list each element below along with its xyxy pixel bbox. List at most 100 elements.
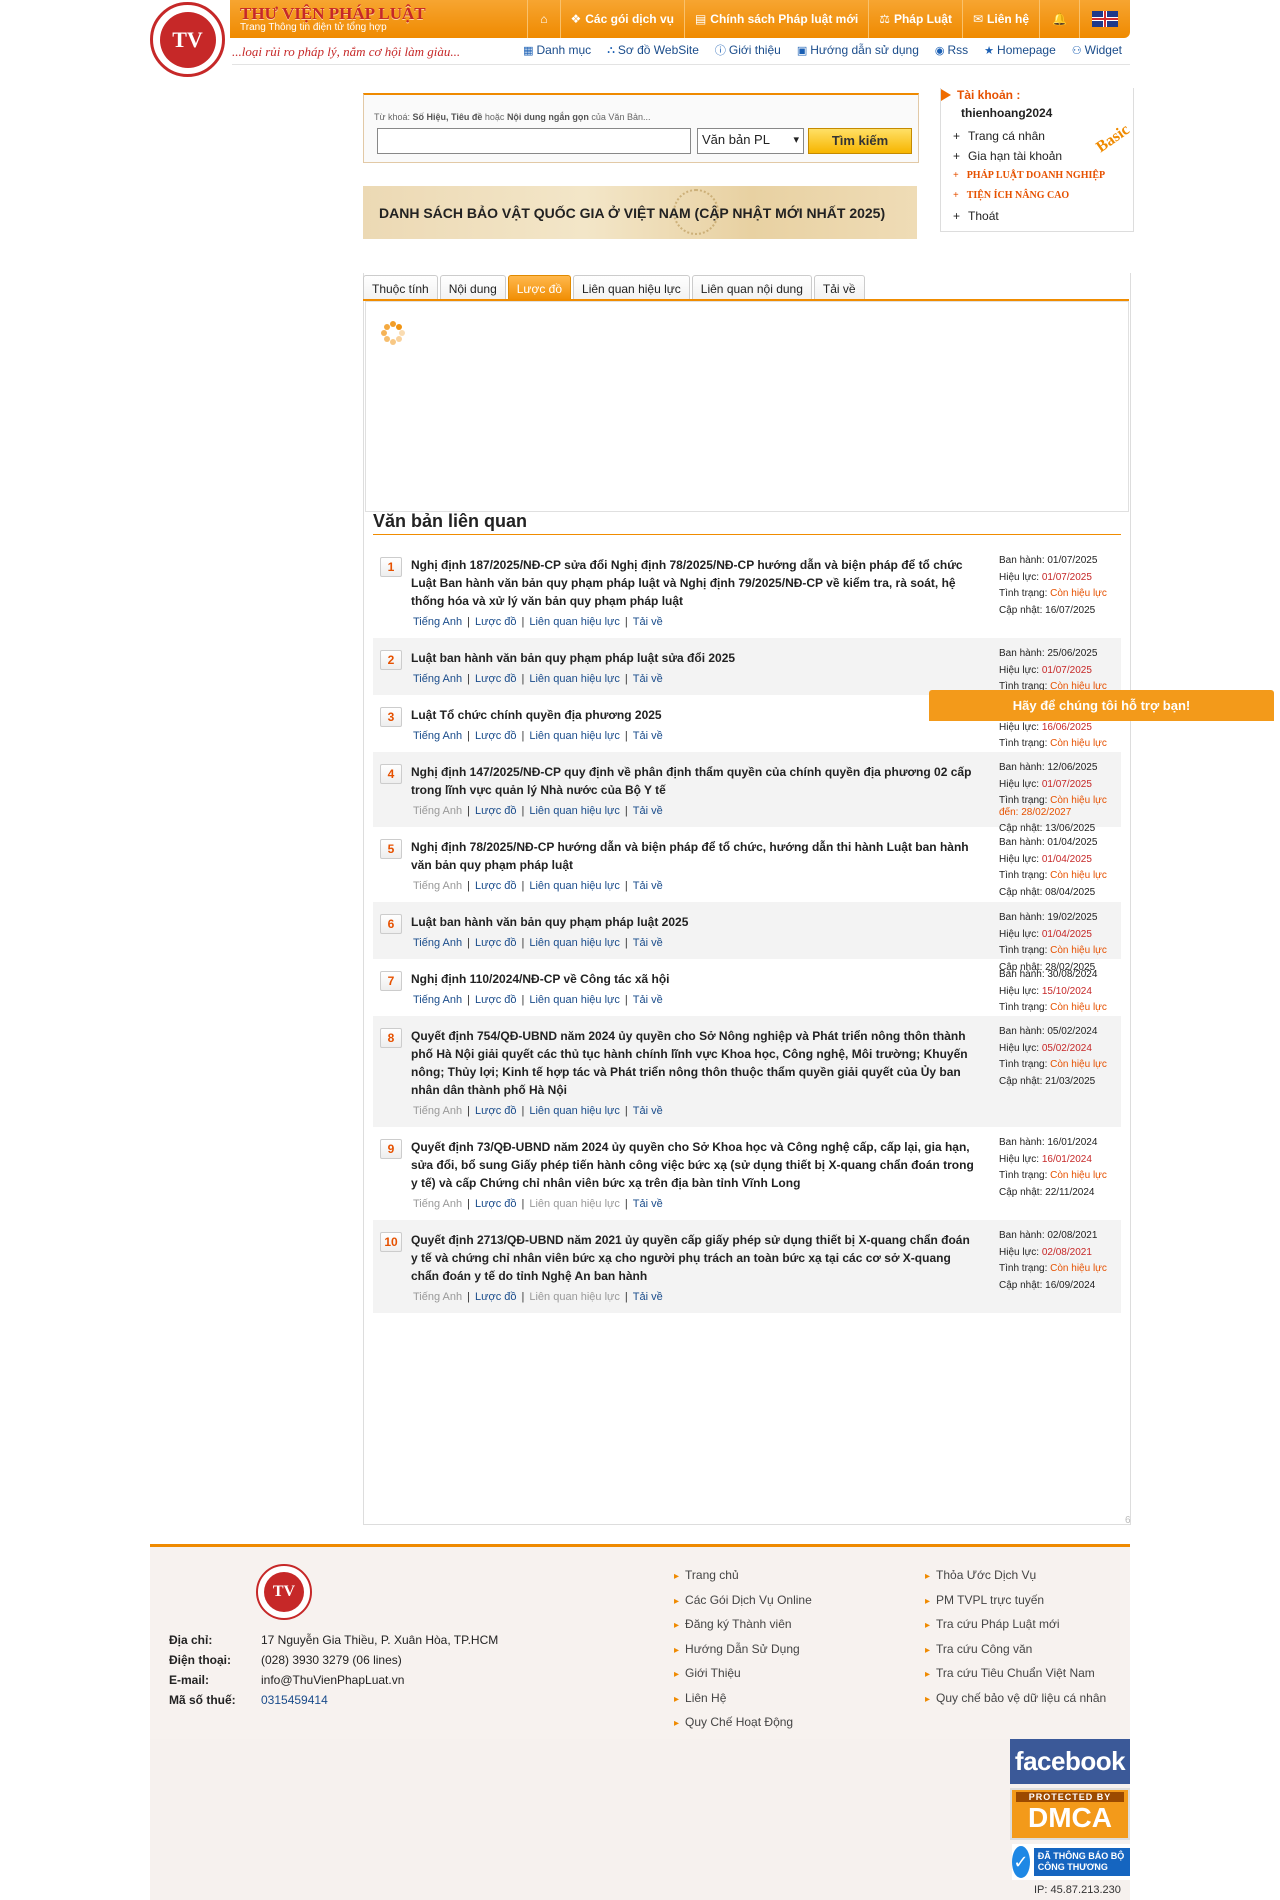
top-nav-item-home[interactable]: ⌂: [527, 0, 559, 38]
doc-link-1[interactable]: Lược đồ: [475, 937, 517, 949]
doc-link-3[interactable]: Tải về: [633, 994, 663, 1006]
effective-date: Hiệu lực: 01/07/2025: [999, 777, 1121, 794]
doc-link-2[interactable]: Liên quan hiệu lực: [529, 994, 620, 1006]
tab-0[interactable]: Thuộc tính: [363, 275, 438, 301]
doc-link-2[interactable]: Liên quan hiệu lực: [529, 730, 620, 742]
tab-1[interactable]: Nội dung: [439, 275, 506, 301]
tab-4[interactable]: Liên quan nội dung: [691, 275, 812, 301]
sub-nav-item-info[interactable]: ⓘ Giới thiệu: [707, 42, 789, 58]
doc-link-0[interactable]: Tiếng Anh: [413, 937, 462, 949]
doc-link-3[interactable]: Tải về: [633, 1291, 663, 1303]
search-button[interactable]: Tìm kiếm: [808, 128, 912, 154]
top-nav-item-bell[interactable]: 🔔: [1039, 0, 1079, 38]
bct-registered-badge[interactable]: ✓ ĐÃ THÔNG BÁO BỘ CÔNG THƯƠNG: [1012, 1844, 1130, 1880]
tab-2[interactable]: Lược đồ: [507, 275, 572, 301]
footer-link[interactable]: Tra cứu Pháp Luật mới: [925, 1613, 1106, 1638]
doc-link-3[interactable]: Tải về: [633, 673, 663, 685]
doc-link-1[interactable]: Lược đồ: [475, 1291, 517, 1303]
doc-link-1[interactable]: Lược đồ: [475, 880, 517, 892]
doc-link-3[interactable]: Tải về: [633, 805, 663, 817]
doc-title-link[interactable]: Nghị định 147/2025/NĐ-CP quy định về phâ…: [411, 760, 977, 799]
doc-link-2[interactable]: Liên quan hiệu lực: [529, 1105, 620, 1117]
language-switch-button[interactable]: [1079, 0, 1130, 38]
doc-title-link[interactable]: Nghị định 187/2025/NĐ-CP sửa đổi Nghị đị…: [411, 553, 977, 610]
search-input[interactable]: [377, 128, 691, 154]
doc-link-3[interactable]: Tải về: [633, 1198, 663, 1210]
doc-title-link[interactable]: Luật ban hành văn bản quy phạm pháp luật…: [411, 646, 977, 667]
issued-date-value: 05/02/2024: [1047, 1026, 1098, 1037]
account-menu-item[interactable]: TIỆN ÍCH NÂNG CAO: [953, 186, 1105, 206]
sub-nav-item-star[interactable]: ★ Homepage: [976, 42, 1064, 58]
footer-link[interactable]: Hướng Dẫn Sử Dụng: [674, 1638, 812, 1663]
sub-nav-item-rss[interactable]: ◉ Rss: [927, 42, 976, 58]
footer-link[interactable]: Đăng ký Thành viên: [674, 1613, 812, 1638]
doc-link-1[interactable]: Lược đồ: [475, 673, 517, 685]
effective-date-value: 01/07/2025: [1041, 664, 1092, 676]
status: Tình trạng: Còn hiệu lực: [999, 1168, 1121, 1185]
sub-nav-item-list[interactable]: ▦ Danh mục: [515, 42, 599, 58]
top-nav-item-book[interactable]: ▤ Chính sách Pháp luật mới: [683, 0, 868, 38]
footer-link[interactable]: Giới Thiệu: [674, 1662, 812, 1687]
link-separator: |: [467, 673, 470, 685]
footer-link[interactable]: Các Gói Dịch Vụ Online: [674, 1589, 812, 1614]
doc-link-0[interactable]: Tiếng Anh: [413, 994, 462, 1006]
footer-link[interactable]: Quy Chế Hoạt Động: [674, 1711, 812, 1736]
doc-title-link[interactable]: Nghị định 78/2025/NĐ-CP hướng dẫn và biệ…: [411, 835, 977, 874]
doc-link-3[interactable]: Tải về: [633, 730, 663, 742]
doc-title-link[interactable]: Luật Tổ chức chính quyền địa phương 2025: [411, 703, 977, 724]
account-menu-item[interactable]: Thoát: [953, 206, 1105, 226]
status-value: Còn hiệu lực: [1050, 870, 1107, 881]
tab-3[interactable]: Liên quan hiệu lực: [573, 275, 690, 301]
doc-link-1[interactable]: Lược đồ: [475, 994, 517, 1006]
footer-link[interactable]: Thỏa Ước Dịch Vụ: [925, 1564, 1106, 1589]
site-header: TV THƯ VIỆN PHÁP LUẬT Trang Thông tin đi…: [150, 0, 1130, 77]
promo-banner[interactable]: DANH SÁCH BẢO VẬT QUỐC GIA Ở VIỆT NAM (C…: [363, 186, 917, 239]
doc-link-1[interactable]: Lược đồ: [475, 730, 517, 742]
footer-link[interactable]: Quy chế bảo vệ dữ liệu cá nhân: [925, 1687, 1106, 1712]
support-chat-button[interactable]: Hãy để chúng tôi hỗ trợ bạn!: [929, 690, 1274, 721]
site-logo[interactable]: TV: [150, 2, 225, 77]
dmca-badge[interactable]: PROTECTED BY DMCA: [1010, 1788, 1130, 1840]
doc-link-0[interactable]: Tiếng Anh: [413, 673, 462, 685]
account-menu-item[interactable]: PHÁP LUẬT DOANH NGHIỆP: [953, 166, 1105, 186]
doc-link-3[interactable]: Tải về: [633, 880, 663, 892]
footer-link[interactable]: Tra cứu Công văn: [925, 1638, 1106, 1663]
top-nav-item-gift[interactable]: ❖ Các gói dịch vụ: [559, 0, 684, 38]
footer-link[interactable]: Liên Hệ: [674, 1687, 812, 1712]
footer-link[interactable]: Tra cứu Tiêu Chuẩn Việt Nam: [925, 1662, 1106, 1687]
doc-link-2[interactable]: Liên quan hiệu lực: [529, 673, 620, 685]
doc-link-3[interactable]: Tải về: [633, 616, 663, 628]
sub-nav-item-guide[interactable]: ▣ Hướng dẫn sử dụng: [789, 42, 927, 58]
doc-link-2[interactable]: Liên quan hiệu lực: [529, 616, 620, 628]
doc-link-1[interactable]: Lược đồ: [475, 1198, 517, 1210]
doc-link-2[interactable]: Liên quan hiệu lực: [529, 805, 620, 817]
doc-link-0[interactable]: Tiếng Anh: [413, 730, 462, 742]
doc-title-link[interactable]: Nghị định 110/2024/NĐ-CP về Công tác xã …: [411, 967, 977, 988]
doc-title-link[interactable]: Quyết định 2713/QĐ-UBND năm 2021 ủy quyề…: [411, 1228, 977, 1285]
sub-nav-item-sitemap[interactable]: ⛬ Sơ đồ WebSite: [599, 42, 707, 58]
doc-title-link[interactable]: Luật ban hành văn bản quy phạm pháp luật…: [411, 910, 977, 931]
top-nav-item-gavel[interactable]: ⚖ Pháp Luật: [868, 0, 962, 38]
doc-title-link[interactable]: Quyết định 73/QĐ-UBND năm 2024 ủy quyền …: [411, 1135, 977, 1192]
doc-link-1[interactable]: Lược đồ: [475, 616, 517, 628]
footer-link[interactable]: PM TVPL trực tuyến: [925, 1589, 1106, 1614]
doc-link-1[interactable]: Lược đồ: [475, 1105, 517, 1117]
doc-link-3[interactable]: Tải về: [633, 1105, 663, 1117]
account-menu-item[interactable]: Gia hạn tài khoản: [953, 146, 1105, 166]
footer-link[interactable]: Trang chủ: [674, 1564, 812, 1589]
doc-link-3[interactable]: Tải về: [633, 937, 663, 949]
doc-link-1[interactable]: Lược đồ: [475, 805, 517, 817]
doc-type-select[interactable]: Văn bản PL ▾: [697, 128, 804, 154]
doc-link-2[interactable]: Liên quan hiệu lực: [529, 937, 620, 949]
doc-title-link[interactable]: Quyết định 754/QĐ-UBND năm 2024 ủy quyền…: [411, 1024, 977, 1099]
sub-nav-label: Danh mục: [536, 43, 592, 57]
top-nav-item-mail[interactable]: ✉ Liên hệ: [961, 0, 1039, 38]
facebook-badge[interactable]: facebook: [1010, 1739, 1130, 1784]
sub-nav-item-share[interactable]: ⚇ Widget: [1064, 42, 1130, 58]
tab-5[interactable]: Tải về: [813, 275, 865, 301]
doc-link-0[interactable]: Tiếng Anh: [413, 616, 462, 628]
contact-value[interactable]: 0315459414: [261, 1690, 328, 1710]
doc-link-2[interactable]: Liên quan hiệu lực: [529, 880, 620, 892]
brand-title[interactable]: THƯ VIỆN PHÁP LUẬT: [240, 4, 426, 24]
account-menu-item[interactable]: Trang cá nhân: [953, 126, 1105, 146]
